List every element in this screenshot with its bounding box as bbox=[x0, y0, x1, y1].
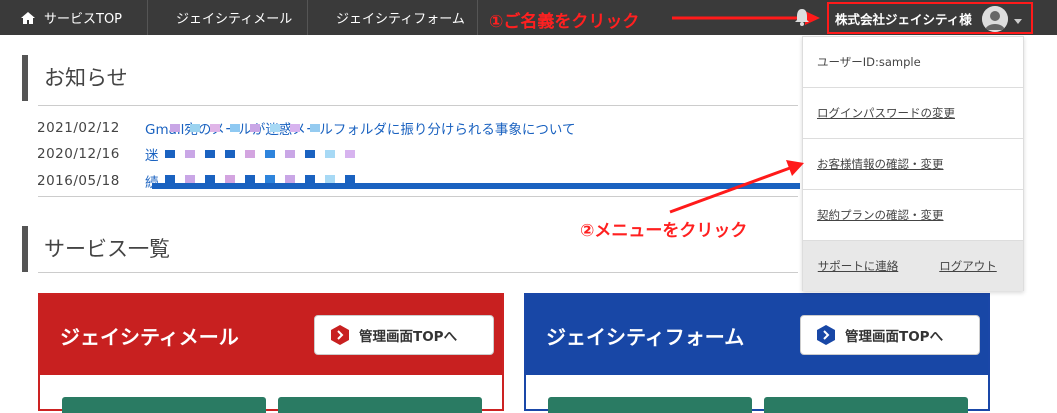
nav-service-top-label: サービスTOP bbox=[44, 12, 123, 27]
news-section-title: お知らせ bbox=[22, 55, 782, 101]
chevron-right-icon bbox=[817, 325, 835, 345]
user-account-button[interactable]: 株式会社ジェイシティ様 bbox=[827, 2, 1033, 34]
admin-top-button-label: 管理画面TOPへ bbox=[359, 329, 458, 345]
annotation-step1: ①ご名義をクリック bbox=[489, 12, 640, 32]
service-card-title: ジェイシティメール bbox=[60, 324, 239, 349]
obscured-text bbox=[165, 150, 355, 158]
user-icon bbox=[982, 6, 1008, 32]
nav-jcity-mail-label: ジェイシティメール bbox=[176, 12, 293, 27]
logout-link[interactable]: ログアウト bbox=[913, 241, 1023, 291]
obscured-text bbox=[165, 175, 355, 183]
news-item: 2016/05/18 続 bbox=[37, 170, 165, 192]
user-name: 株式会社ジェイシティ様 bbox=[835, 11, 972, 27]
service-card-mail: ジェイシティメール 管理画面TOPへ bbox=[38, 293, 504, 413]
admin-top-button-label: 管理画面TOPへ bbox=[845, 329, 944, 345]
chevron-down-icon bbox=[1014, 19, 1022, 24]
menu-item-change-password[interactable]: ログインパスワードの変更 bbox=[803, 88, 1023, 139]
news-date: 2021/02/12 bbox=[37, 120, 120, 136]
user-id-label: ユーザーID:sample bbox=[803, 37, 1023, 88]
user-dropdown-menu: ユーザーID:sample ログインパスワードの変更 お客様情報の確認・変更 契… bbox=[802, 36, 1024, 291]
service-card-header: ジェイシティフォーム 管理画面TOPへ bbox=[526, 295, 988, 375]
divider bbox=[38, 272, 798, 273]
service-card-form: ジェイシティフォーム 管理画面TOPへ bbox=[524, 293, 990, 413]
news-date: 2020/12/16 bbox=[37, 146, 120, 162]
admin-top-button[interactable]: 管理画面TOPへ bbox=[314, 315, 494, 355]
home-icon bbox=[21, 11, 35, 24]
chevron-right-icon bbox=[331, 325, 349, 345]
nav-jcity-mail[interactable]: ジェイシティメール bbox=[148, 0, 308, 35]
news-link[interactable]: 迷 bbox=[145, 144, 165, 164]
avatar bbox=[982, 6, 1008, 32]
nav-jcity-form-label: ジェイシティフォーム bbox=[336, 12, 465, 27]
service-card-header: ジェイシティメール 管理画面TOPへ bbox=[40, 295, 502, 375]
news-item: 2021/02/12 Gmail宛のメールが迷惑メールフォルダに振り分けられる事… bbox=[37, 117, 625, 139]
news-date: 2016/05/18 bbox=[37, 173, 120, 189]
nav-service-top[interactable]: サービスTOP bbox=[0, 0, 148, 35]
menu-item-customer-info[interactable]: お客様情報の確認・変更 bbox=[803, 139, 1023, 190]
news-item: 2020/12/16 迷 bbox=[37, 143, 165, 165]
dropdown-footer: サポートに連絡 ログアウト bbox=[803, 241, 1023, 291]
admin-top-button[interactable]: 管理画面TOPへ bbox=[800, 315, 980, 355]
nav-jcity-form[interactable]: ジェイシティフォーム bbox=[308, 0, 478, 35]
menu-item-contract-plan[interactable]: 契約プランの確認・変更 bbox=[803, 190, 1023, 241]
obscured-text bbox=[170, 124, 320, 132]
service-card-title: ジェイシティフォーム bbox=[546, 324, 745, 349]
divider bbox=[38, 105, 798, 106]
support-link[interactable]: サポートに連絡 bbox=[803, 241, 913, 291]
bell-icon[interactable] bbox=[795, 8, 809, 26]
annotation-arrow-up-icon bbox=[669, 160, 804, 214]
